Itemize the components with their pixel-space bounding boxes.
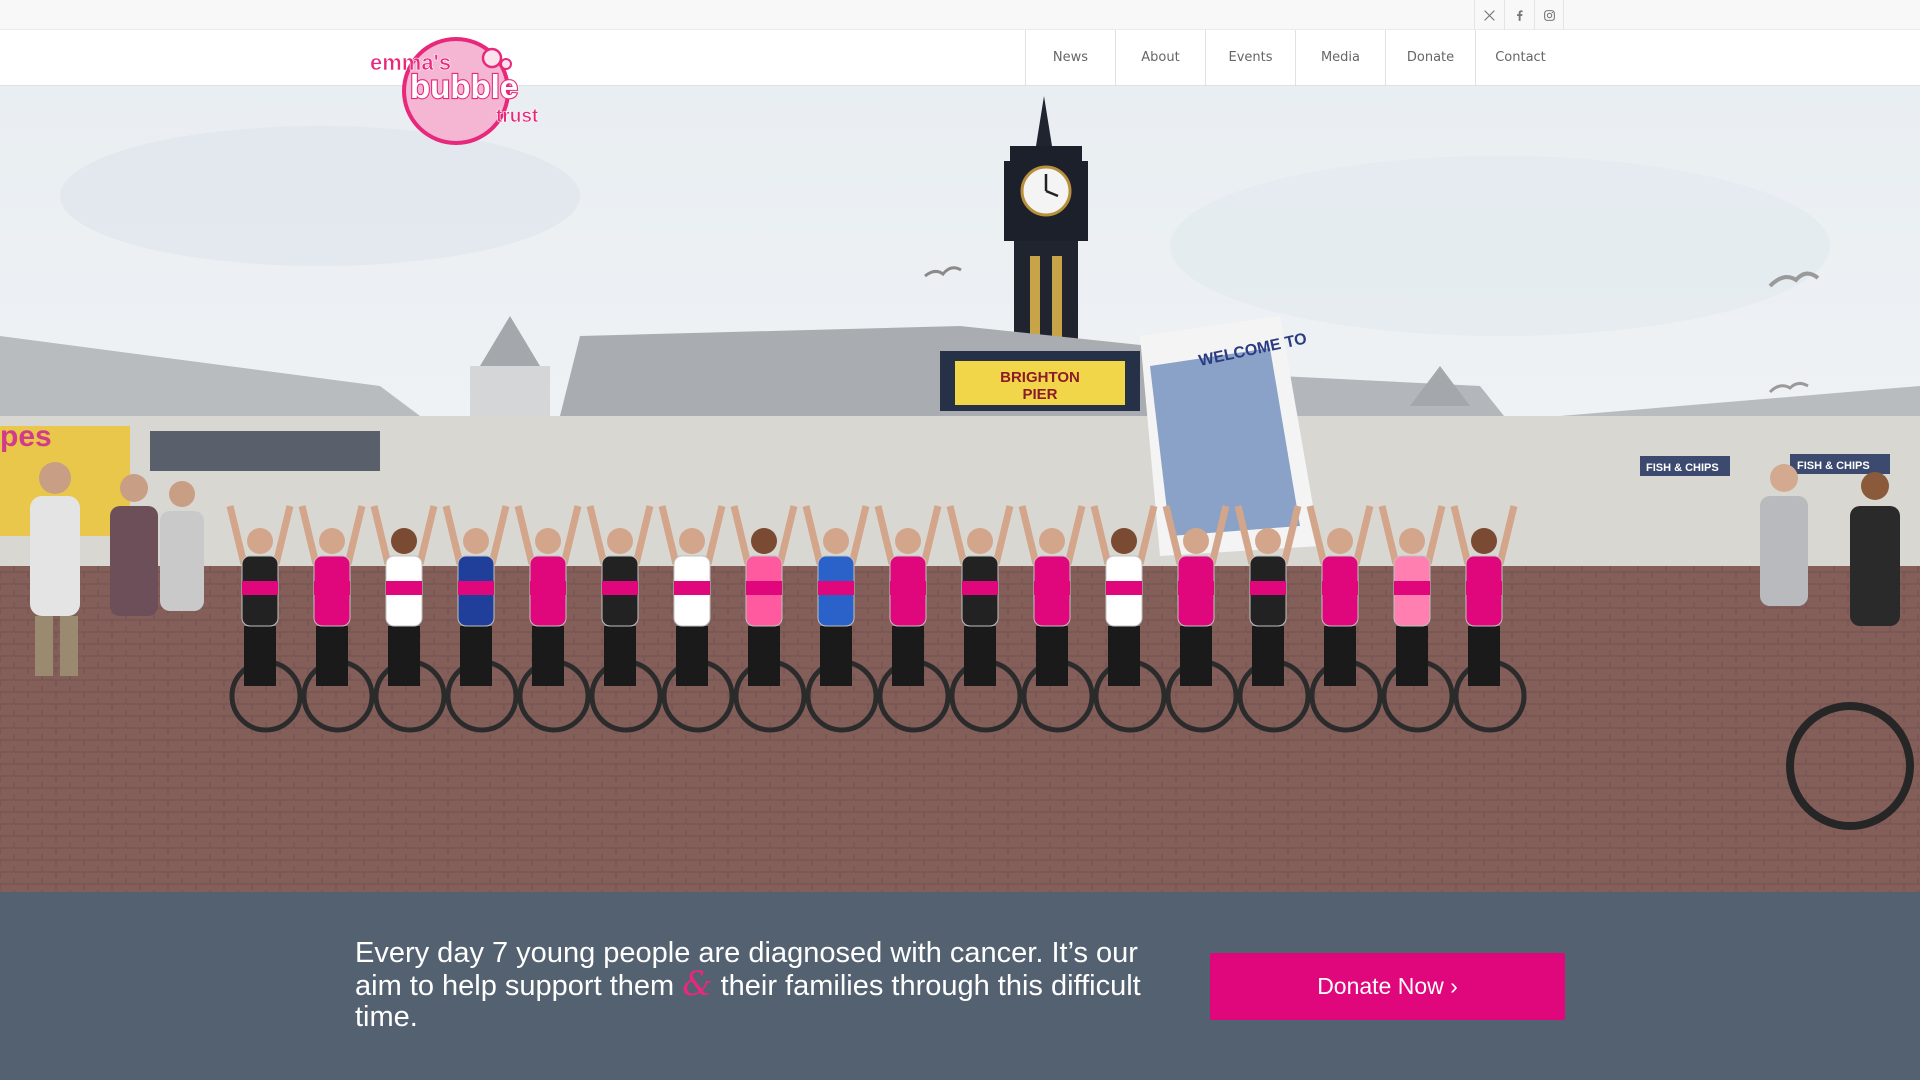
cyclist-head — [319, 528, 345, 554]
cyclist-head — [1399, 528, 1425, 554]
cyclist-jersey-stripe — [1034, 581, 1070, 595]
logo-text-bubble: bubble — [410, 68, 518, 105]
cyclist-jersey-stripe — [1394, 581, 1430, 595]
nav-media[interactable]: Media — [1295, 30, 1385, 85]
cyclist-legs — [964, 626, 996, 686]
hero-image: pes BRIGHTON PIER WELCOME TO FISH & CHIP… — [0, 86, 1920, 892]
hero-stall-text-1: FISH & CHIPS — [1646, 462, 1719, 474]
cyclist-head — [1039, 528, 1065, 554]
cyclist-head — [607, 528, 633, 554]
mission-ampersand: & — [682, 964, 713, 1004]
cyclist-head — [391, 528, 417, 554]
cyclist-legs — [604, 626, 636, 686]
cyclist-legs — [820, 626, 852, 686]
cyclist-legs — [676, 626, 708, 686]
nav-news[interactable]: News — [1025, 30, 1115, 85]
hero-stall-text-2: FISH & CHIPS — [1797, 460, 1870, 472]
cyclist-jersey-stripe — [1466, 581, 1502, 595]
cyclist-legs — [1180, 626, 1212, 686]
mission-band: Every day 7 young people are diagnosed w… — [0, 892, 1920, 1080]
cyclist-jersey-stripe — [1106, 581, 1142, 595]
cyclist-legs — [388, 626, 420, 686]
cyclist-jersey-stripe — [962, 581, 998, 595]
cyclist-head — [751, 528, 777, 554]
cyclist-jersey-stripe — [314, 581, 350, 595]
nav-events[interactable]: Events — [1205, 30, 1295, 85]
cyclist-head — [967, 528, 993, 554]
cyclist-legs — [532, 626, 564, 686]
cyclist-jersey-stripe — [818, 581, 854, 595]
cyclist-head — [1471, 528, 1497, 554]
cyclist-head — [535, 528, 561, 554]
main-nav: News About Events Media Donate Contact — [1025, 30, 1565, 85]
cyclist-head — [823, 528, 849, 554]
cyclist-head — [1111, 528, 1137, 554]
cyclist-legs — [1396, 626, 1428, 686]
cyclist-jersey-stripe — [1178, 581, 1214, 595]
hero-sign-pier: PIER — [1022, 386, 1057, 403]
cyclist-head — [463, 528, 489, 554]
cyclist-jersey-stripe — [1250, 581, 1286, 595]
cyclist-legs — [1468, 626, 1500, 686]
cyclist-head — [1255, 528, 1281, 554]
site-logo[interactable]: emma's bubble trust — [368, 36, 550, 146]
site-header: News About Events Media Donate Contact — [0, 30, 1920, 86]
cyclist-jersey-stripe — [602, 581, 638, 595]
cyclist-head — [247, 528, 273, 554]
cyclist-legs — [244, 626, 276, 686]
cyclist-head — [895, 528, 921, 554]
cyclist-jersey-stripe — [530, 581, 566, 595]
social-links — [1474, 0, 1564, 30]
donate-now-button[interactable]: Donate Now › — [1210, 953, 1565, 1020]
cyclist-jersey-stripe — [674, 581, 710, 595]
nav-donate[interactable]: Donate — [1385, 30, 1475, 85]
logo-text-trust: trust — [496, 106, 539, 127]
hero-kiosk-text: pes — [0, 420, 52, 453]
cyclist-jersey-stripe — [890, 581, 926, 595]
hero-sign-brighton: BRIGHTON — [1000, 369, 1080, 386]
cyclist-legs — [460, 626, 492, 686]
cyclist-jersey-stripe — [746, 581, 782, 595]
cyclist-jersey-stripe — [242, 581, 278, 595]
top-bar — [0, 0, 1920, 30]
cyclist-head — [1183, 528, 1209, 554]
facebook-icon[interactable] — [1504, 0, 1534, 30]
instagram-icon[interactable] — [1534, 0, 1564, 30]
nav-contact[interactable]: Contact — [1475, 30, 1565, 85]
cyclist-legs — [1036, 626, 1068, 686]
cyclist-jersey-stripe — [386, 581, 422, 595]
cyclist-head — [679, 528, 705, 554]
cyclist-legs — [748, 626, 780, 686]
cyclist-legs — [1324, 626, 1356, 686]
cyclist-legs — [892, 626, 924, 686]
x-twitter-icon[interactable] — [1474, 0, 1504, 30]
cyclist-legs — [316, 626, 348, 686]
cyclist-legs — [1252, 626, 1284, 686]
cyclist-jersey-stripe — [458, 581, 494, 595]
cyclist-jersey-stripe — [1322, 581, 1358, 595]
mission-statement: Every day 7 young people are diagnosed w… — [355, 938, 1145, 1033]
cyclist-head — [1327, 528, 1353, 554]
cyclist-legs — [1108, 626, 1140, 686]
nav-about[interactable]: About — [1115, 30, 1205, 85]
